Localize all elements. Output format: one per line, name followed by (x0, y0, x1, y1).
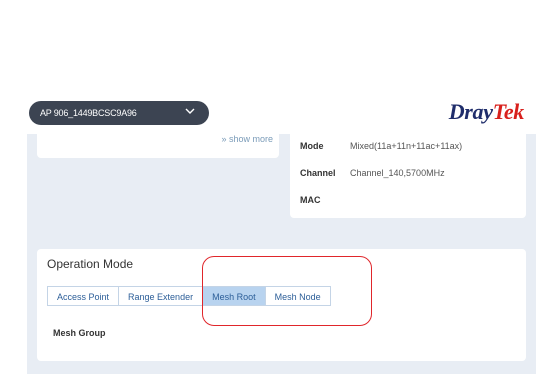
brand-logo-part1: Dray (448, 99, 493, 124)
operation-mode-card: Operation Mode Access Point Range Extend… (37, 249, 526, 361)
device-select[interactable]: AP 906_1449BCSC9A96 (29, 101, 209, 125)
mesh-group-label: Mesh Group (53, 328, 106, 338)
chevron-down-icon (185, 108, 195, 114)
info-value: Mixed(11a+11n+11ac+11ax) (350, 141, 463, 151)
tab-access-point[interactable]: Access Point (47, 286, 120, 306)
info-key: Mode (300, 141, 324, 151)
tab-mesh-root[interactable]: Mesh Root (203, 286, 266, 306)
operation-mode-tabs: Access Point Range Extender Mesh Root Me… (47, 286, 331, 306)
info-value: Channel_140,5700MHz (350, 168, 445, 178)
operation-mode-title: Operation Mode (47, 257, 134, 271)
tab-mesh-node[interactable]: Mesh Node (265, 286, 331, 306)
show-more-link[interactable]: » show more (221, 134, 273, 144)
brand-logo-part2: Tek (492, 99, 525, 124)
info-key: MAC (300, 195, 321, 205)
show-more-prefix: » (221, 134, 229, 144)
summary-card: » show more (37, 134, 279, 158)
tab-range-extender[interactable]: Range Extender (119, 286, 204, 306)
sidebar-strip (0, 134, 27, 374)
show-more-label: show more (228, 134, 273, 144)
info-key: Channel (300, 168, 336, 178)
info-card: Mode Mixed(11a+11n+11ac+11ax) Channel Ch… (290, 134, 526, 218)
device-select-value: AP 906_1449BCSC9A96 (40, 108, 137, 118)
brand-logo: DrayTek (448, 98, 525, 126)
